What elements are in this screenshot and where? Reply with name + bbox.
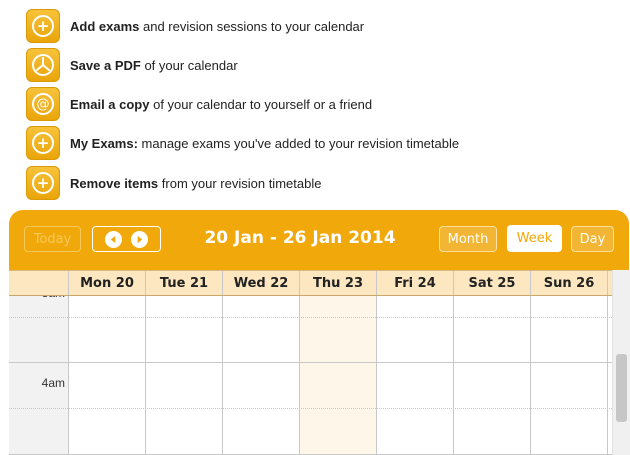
time-label-4am: 4am [41, 376, 65, 390]
day-header-thu[interactable]: Thu 23 [300, 271, 377, 295]
half-hour-line [9, 408, 612, 409]
day-column-mon[interactable] [69, 296, 146, 455]
day-header-sat[interactable]: Sat 25 [454, 271, 531, 295]
save-pdf-text[interactable]: Save a PDF of your calendar [70, 58, 238, 73]
day-header-sun[interactable]: Sun 26 [531, 271, 608, 295]
month-view-button[interactable]: Month [439, 226, 497, 252]
plus-icon[interactable]: + [26, 9, 60, 43]
day-header-wed[interactable]: Wed 22 [223, 271, 300, 295]
day-header-fri[interactable]: Fri 24 [377, 271, 454, 295]
time-gutter-header [9, 271, 69, 295]
date-range-title: 20 Jan - 26 Jan 2014 [204, 228, 396, 248]
my-exams-action[interactable]: + My Exams: manage exams you've added to… [26, 126, 459, 160]
day-column-sat[interactable] [454, 296, 531, 455]
day-view-button[interactable]: Day [571, 226, 614, 252]
week-navigation [92, 226, 161, 252]
day-column-tue[interactable] [146, 296, 223, 455]
grid-scrollbar[interactable] [612, 270, 630, 455]
pdf-icon[interactable] [26, 48, 60, 82]
day-column-fri[interactable] [377, 296, 454, 455]
day-header-row: Mon 20 Tue 21 Wed 22 Thu 23 Fri 24 Sat 2… [9, 270, 612, 296]
remove-items-action[interactable]: + Remove items from your revision timeta… [26, 166, 321, 200]
day-header-tue[interactable]: Tue 21 [146, 271, 223, 295]
my-exams-text[interactable]: My Exams: manage exams you've added to y… [70, 136, 459, 151]
time-label-3am: 3am [13, 296, 65, 300]
scrollbar-thumb[interactable] [616, 354, 627, 422]
add-exams-action[interactable]: + Add exams and revision sessions to you… [26, 9, 364, 43]
plus-icon[interactable]: + [26, 126, 60, 160]
email-copy-text[interactable]: Email a copy of your calendar to yoursel… [70, 97, 372, 112]
plus-icon[interactable]: + [26, 166, 60, 200]
week-time-grid: 3am 4am [9, 296, 612, 455]
half-hour-line [9, 317, 612, 318]
email-copy-action[interactable]: @ Email a copy of your calendar to yours… [26, 87, 372, 121]
previous-week-button[interactable] [105, 230, 122, 248]
chevron-left-icon [110, 235, 116, 243]
day-column-thu[interactable] [300, 296, 377, 455]
at-icon[interactable]: @ [26, 87, 60, 121]
day-column-wed[interactable] [223, 296, 300, 455]
day-column-sun[interactable] [531, 296, 608, 455]
calendar-toolbar: Today 20 Jan - 26 Jan 2014 Month Week Da… [9, 210, 629, 270]
add-exams-text[interactable]: Add exams and revision sessions to your … [70, 19, 364, 34]
today-button[interactable]: Today [24, 226, 81, 252]
week-view-button[interactable]: Week [507, 225, 562, 252]
remove-items-text[interactable]: Remove items from your revision timetabl… [70, 176, 321, 191]
day-header-mon[interactable]: Mon 20 [69, 271, 146, 295]
hour-line [9, 362, 612, 363]
next-week-button[interactable] [131, 230, 148, 248]
chevron-right-icon [137, 235, 143, 243]
save-pdf-action[interactable]: Save a PDF of your calendar [26, 48, 238, 82]
